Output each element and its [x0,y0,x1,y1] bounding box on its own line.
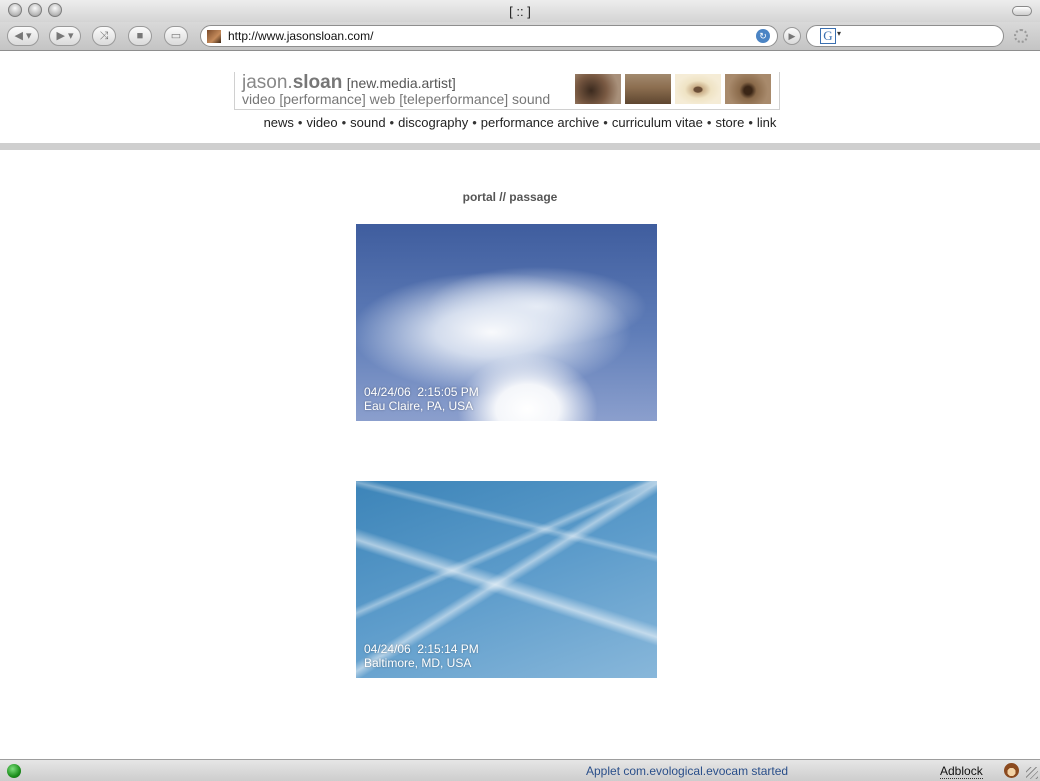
forward-button[interactable]: ▶ ▾ [49,26,81,46]
reload-icon[interactable]: ↻ [756,29,770,43]
nav-link-sound[interactable]: sound [350,115,385,130]
webcam-caption-2: 04/24/06 2:15:14 PM Baltimore, MD, USA [364,642,479,670]
google-icon[interactable]: G [820,28,836,44]
loading-spinner-icon [1014,29,1028,43]
webcam-timestamp-1: 04/24/06 2:15:05 PM [364,385,479,399]
monkey-icon[interactable] [1004,763,1019,778]
site-header: jason.sloan [new.media.artist] video [pe… [0,51,1040,143]
webcam-timestamp-2: 04/24/06 2:15:14 PM [364,642,479,656]
search-engine-dropdown-icon[interactable]: ▾ [837,29,841,38]
webcam-image-1: 04/24/06 2:15:05 PM Eau Claire, PA, USA [356,224,657,421]
webcam-location-2: Baltimore, MD, USA [364,656,472,670]
logo-first-name: jason. [242,72,293,93]
status-indicator-icon [7,764,21,778]
site-favicon-icon [207,30,221,43]
webcam-caption-1: 04/24/06 2:15:05 PM Eau Claire, PA, USA [364,385,479,413]
window-titlebar: [ :: ] [0,0,1040,22]
logo-last-name: sloan [292,72,343,93]
go-button[interactable]: ▶ [783,27,801,45]
browser-toolbar: ◀ ▾ ▶ ▾ ⤨ ■ ▭ http://www.jasonsloan.com/… [0,22,1040,51]
nav-link-news[interactable]: news [264,115,294,130]
bookmark-icon[interactable]: ▭ [164,26,188,46]
window-title: [ :: ] [509,4,531,19]
toolbar-toggle-button[interactable] [1012,6,1032,16]
back-button[interactable]: ◀ ▾ [7,26,39,46]
shuffle-icon[interactable]: ⤨ [92,26,116,46]
status-message: Applet com.evological.evocam started [586,764,789,778]
nav-link-curriculum-vitae[interactable]: curriculum vitae [612,115,703,130]
nav-link-store[interactable]: store [715,115,744,130]
resize-grip-icon[interactable] [1026,767,1038,779]
header-thumbnail-4 [725,74,771,104]
webcam-location-1: Eau Claire, PA, USA [364,399,474,413]
nav-link-performance-archive[interactable]: performance archive [481,115,600,130]
status-bar: Applet com.evological.evocam started Adb… [0,759,1040,781]
header-thumbnail-2 [625,74,671,104]
site-nav: news • video • sound • discography • performance… [263,115,777,130]
webcam-image-2: 04/24/06 2:15:14 PM Baltimore, MD, USA [356,481,657,678]
header-thumbnail-1 [575,74,621,104]
page-title: portal // passage [462,190,558,204]
search-field[interactable]: G ▾ [806,25,1004,47]
nav-link-link[interactable]: link [757,115,777,130]
nav-link-discography[interactable]: discography [398,115,468,130]
header-divider [0,143,1040,150]
address-bar[interactable]: http://www.jasonsloan.com/ ↻ [200,25,778,47]
header-thumbnail-3 [675,74,721,104]
adblock-button[interactable]: Adblock [940,764,983,779]
address-input[interactable]: http://www.jasonsloan.com/ [228,29,373,43]
logo-role: [new.media.artist] [346,75,456,91]
nav-link-video[interactable]: video [306,115,337,130]
site-tagline: video [performance] web [teleperformance… [242,91,551,107]
stop-button[interactable]: ■ [128,26,152,46]
